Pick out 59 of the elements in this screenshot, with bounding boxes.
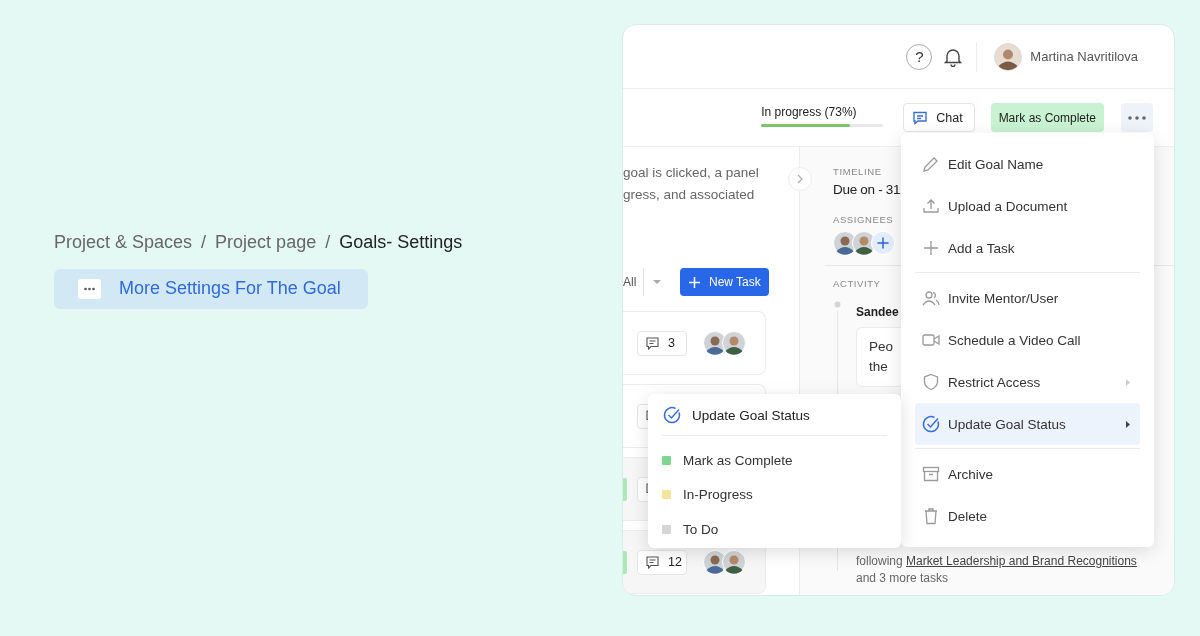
more-icon	[1128, 115, 1146, 120]
menu-title: Update Goal Status	[692, 407, 810, 423]
breadcrumb-link[interactable]: Project page	[215, 231, 317, 253]
menu-item[interactable]: Update Goal Status	[915, 403, 1140, 445]
shield-icon	[921, 372, 941, 392]
due-date: Due on - 31	[833, 182, 902, 197]
avatar	[722, 331, 746, 355]
caret-down-icon	[652, 280, 661, 284]
status-option[interactable]: Mark as Complete	[662, 443, 887, 478]
bell-icon	[944, 46, 963, 67]
help-button[interactable]: ?	[906, 43, 933, 70]
caret-right-icon	[1126, 420, 1130, 428]
users-icon	[921, 288, 941, 308]
description-text: goal is clicked, a panel gress, and associated	[623, 164, 760, 204]
menu-item[interactable]: Add a Task	[915, 227, 1140, 269]
comment-icon	[646, 555, 659, 569]
chevron-right-icon	[797, 174, 803, 184]
check-circle-icon	[921, 414, 941, 434]
mark-complete-button[interactable]: Mark as Complete	[990, 103, 1104, 132]
avatar	[722, 550, 746, 574]
more-settings-button[interactable]: More Settings For The Goal	[54, 268, 368, 309]
timeline-dot-icon	[834, 301, 841, 308]
more-button[interactable]	[1121, 103, 1153, 132]
menu-item[interactable]: Invite Mentor/User	[915, 277, 1140, 319]
breadcrumb-separator: /	[325, 231, 331, 253]
user-name: Martina Navritilova	[1030, 49, 1138, 64]
comment-count: 3	[637, 330, 687, 356]
plus-icon	[689, 276, 700, 288]
status-option[interactable]: To Do	[662, 512, 887, 547]
task-link[interactable]: Market Leadership and Brand Recognitions	[906, 554, 1137, 568]
menu-item[interactable]: Delete	[915, 495, 1140, 537]
activity-author: Sandee	[856, 304, 900, 319]
caret-right-icon	[1126, 378, 1130, 386]
expand-button[interactable]	[788, 167, 812, 191]
menu-item[interactable]: Archive	[915, 453, 1140, 495]
menu-item[interactable]: Edit Goal Name	[915, 143, 1140, 185]
breadcrumb-link[interactable]: Project & Spaces	[54, 231, 193, 253]
filter-value: All	[623, 275, 638, 289]
archive-box-icon	[921, 464, 941, 484]
more-icon	[78, 278, 101, 299]
section-label: ASSIGNEES	[833, 214, 895, 225]
avatar	[994, 42, 1023, 71]
chat-button[interactable]: Chat	[903, 103, 975, 132]
menu-item[interactable]: Upload a Document	[915, 185, 1140, 227]
add-assignee-icon	[871, 231, 895, 255]
new-task-button[interactable]: New Task	[680, 268, 769, 296]
check-circle-icon	[662, 405, 682, 425]
comment-icon	[646, 336, 659, 350]
progress-label: In progress (73%)	[761, 104, 858, 119]
plus-icon	[921, 238, 941, 258]
breadcrumb-separator: /	[201, 231, 207, 253]
status-option[interactable]: In-Progress	[662, 477, 887, 512]
activity-text: following Market Leadership and Brand Recognitions and 3 more tasks	[856, 553, 1138, 587]
status-accent	[623, 477, 627, 501]
status-accent	[623, 550, 627, 574]
section-label: TIMELINE	[833, 166, 883, 177]
section-label: ACTIVITY	[833, 278, 882, 289]
comment-count: 12	[637, 549, 687, 575]
chat-icon	[912, 109, 929, 126]
